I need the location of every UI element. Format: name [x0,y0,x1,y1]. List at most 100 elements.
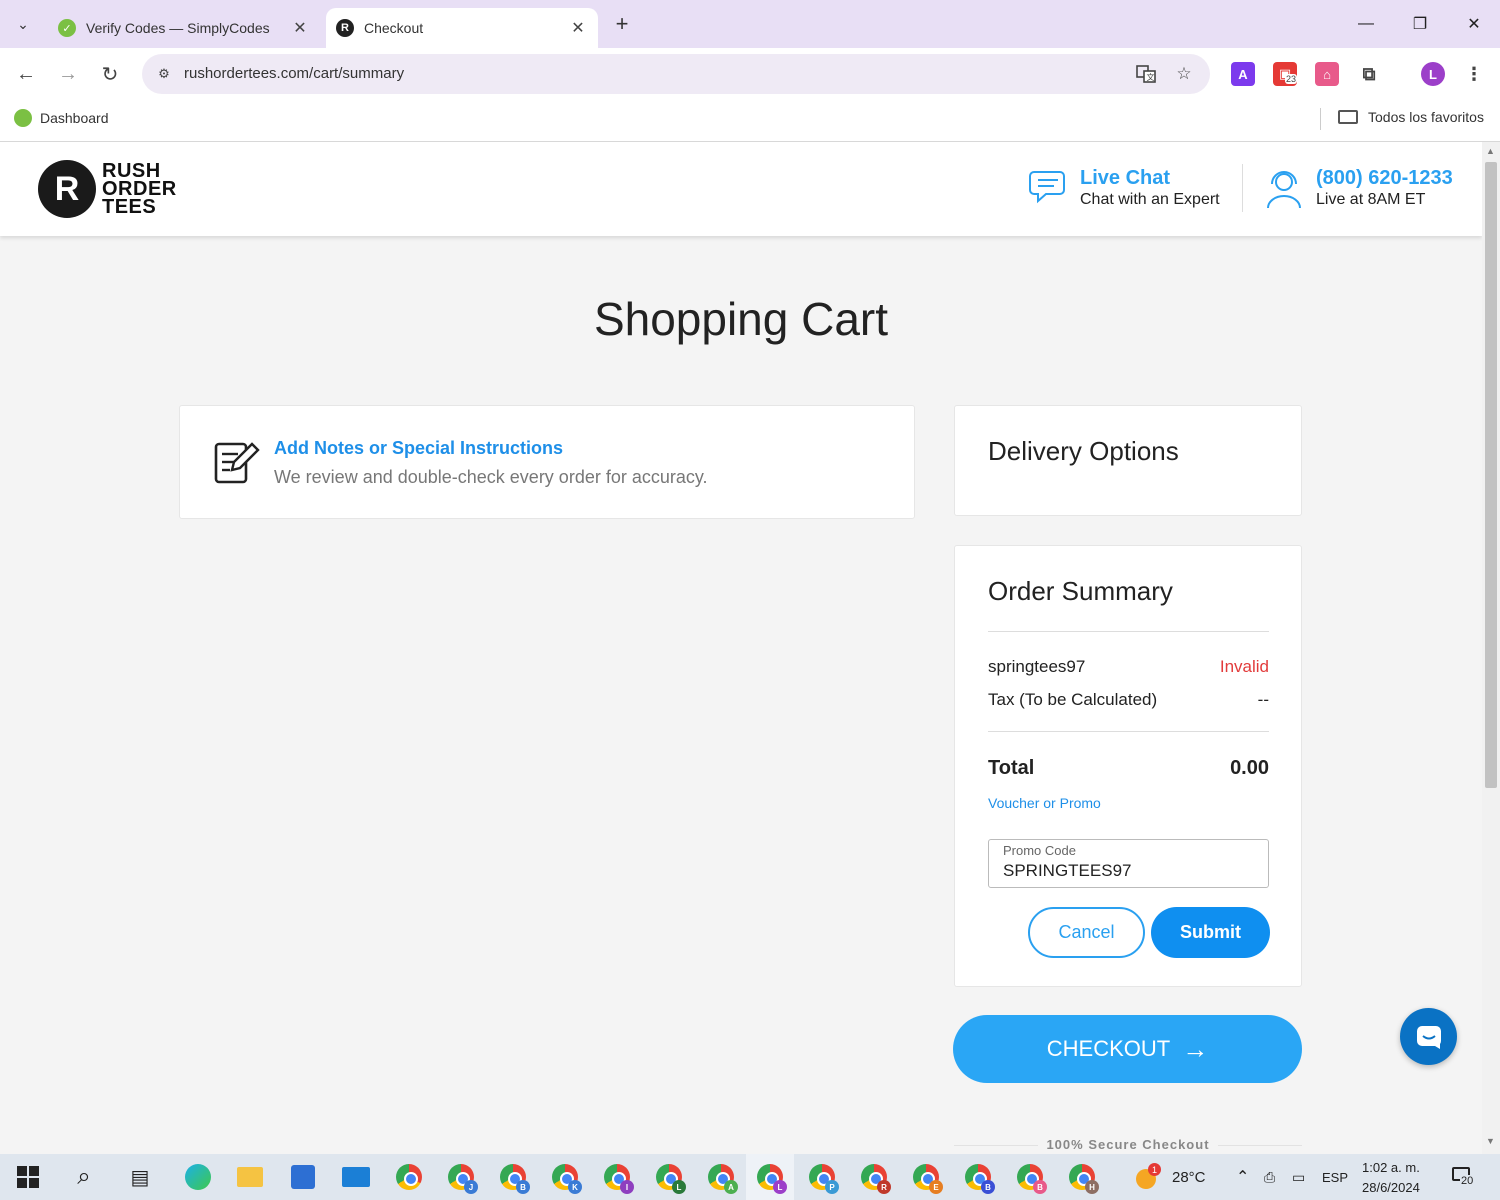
chrome-profile-icon[interactable]: H [1066,1161,1099,1194]
extensions-puzzle-icon[interactable]: ⧉ [1357,62,1381,86]
tab-title: Verify Codes — SimplyCodes [86,20,270,36]
tray-device-icon[interactable]: ⎙ [1264,1154,1275,1200]
back-arrow-icon[interactable]: ← [12,60,40,88]
profile-avatar[interactable]: L [1421,62,1445,86]
total-label: Total [988,757,1035,779]
tab-simplycodes[interactable]: ✓ Verify Codes — SimplyCodes ✕ [48,8,320,48]
promo-code-input[interactable] [1003,861,1253,881]
chrome-profile-icon[interactable]: B [497,1161,530,1194]
svg-text:文: 文 [1147,72,1155,82]
chat-bubbles-icon [1029,171,1065,204]
search-icon[interactable]: ⌕ [68,1161,100,1193]
simplycodes-favicon-icon: ✓ [58,19,76,37]
site-info-icon[interactable]: ⚙ [152,62,176,86]
applied-promo-code: springtees97 [988,657,1086,676]
order-summary-card: Order Summary springtees97 Invalid Tax (… [954,545,1302,987]
promo-code-label: Promo Code [1003,843,1076,858]
weather-sun-icon: 1 [1134,1163,1161,1189]
simplycodes-favicon-icon [14,109,32,127]
weather-badge: 1 [1148,1163,1161,1176]
notifications-button[interactable]: 20 [1450,1154,1476,1200]
order-summary-heading: Order Summary [988,576,1173,606]
chrome-profile-icon[interactable]: A [705,1161,738,1194]
chrome-profile-icon[interactable]: R [858,1161,891,1194]
edge-browser-icon[interactable] [182,1161,214,1193]
profile-badge: A [724,1180,738,1194]
tab-search-dropdown-icon[interactable]: ⌄ [8,10,38,38]
address-bar[interactable]: ⚙ rushordertees.com/cart/summary 文 ☆ [142,54,1210,94]
notes-card[interactable]: Add Notes or Special Instructions We rev… [179,405,915,519]
chat-widget-button[interactable] [1400,1008,1457,1065]
checkout-button[interactable]: CHECKOUT → [953,1015,1302,1083]
mail-icon[interactable] [340,1161,372,1193]
profile-badge: L [672,1180,686,1194]
browser-menu-icon[interactable]: ⋮ [1462,62,1486,86]
chrome-profile-icon[interactable]: J [445,1161,478,1194]
profile-badge: L [773,1180,787,1194]
chrome-profile-icon[interactable]: E [910,1161,943,1194]
total-value: 0.00 [1230,757,1269,779]
chrome-profile-icon[interactable]: B [1014,1161,1047,1194]
phone-link[interactable]: (800) 620-1233 Live at 8AM ET [1264,166,1453,210]
scroll-down-arrow-icon[interactable]: ▼ [1486,1136,1495,1146]
summary-divider [988,731,1269,732]
chrome-profile-icon[interactable]: P [806,1161,839,1194]
new-tab-plus-icon[interactable]: + [608,11,636,36]
extension-a-icon[interactable]: A [1231,62,1255,86]
profile-badge: B [981,1180,995,1194]
file-explorer-icon[interactable] [234,1161,266,1193]
windows-taskbar: ⌕ ▤ J B K I L A L P R E B B H 1 28°C ⌃ ⎙… [0,1154,1500,1200]
translate-icon[interactable]: 文 [1134,62,1158,86]
chrome-profile-icon[interactable]: I [601,1161,634,1194]
page-scrollbar[interactable]: ▲ ▼ [1482,142,1500,1154]
profile-badge: P [825,1180,839,1194]
tab-checkout[interactable]: R Checkout ✕ [326,8,598,48]
microsoft-store-icon[interactable] [287,1161,319,1193]
close-tab-icon[interactable]: ✕ [290,18,310,38]
scroll-up-arrow-icon[interactable]: ▲ [1486,146,1495,156]
add-notes-link[interactable]: Add Notes or Special Instructions [274,438,563,459]
forward-arrow-icon[interactable]: → [54,60,82,88]
bookmark-star-icon[interactable]: ☆ [1172,62,1196,86]
system-clock[interactable]: 1:02 a. m. 28/6/2024 [1362,1158,1420,1198]
chrome-icon[interactable] [393,1161,425,1193]
rush-order-tees-favicon-icon: R [336,19,354,37]
header-divider [1242,164,1243,212]
chrome-profile-icon[interactable]: L [653,1161,686,1194]
submit-button[interactable]: Submit [1151,907,1270,958]
tray-overflow-chevron-icon[interactable]: ⌃ [1236,1154,1249,1200]
rush-order-tees-logo[interactable]: R RUSH ORDER TEES [38,160,177,218]
weather-widget[interactable]: 1 28°C [1134,1154,1206,1200]
live-chat-link[interactable]: Live Chat Chat with an Expert [1028,166,1220,210]
profile-badge: B [1033,1180,1047,1194]
all-favorites-folder[interactable]: Todos los favoritos [1338,109,1484,125]
scrollbar-thumb[interactable] [1485,162,1497,788]
folder-label: Todos los favoritos [1368,109,1484,125]
network-icon[interactable]: ▭ [1292,1154,1305,1200]
bookmark-separator [1320,108,1321,130]
url-text[interactable]: rushordertees.com/cart/summary [184,65,404,82]
edit-notes-icon [214,442,260,484]
bookmark-dashboard[interactable]: Dashboard [14,109,109,127]
close-tab-icon[interactable]: ✕ [568,18,588,38]
close-window-icon[interactable]: ✕ [1454,10,1494,38]
restore-window-icon[interactable]: ❐ [1400,10,1440,38]
windows-start-icon[interactable] [12,1161,44,1193]
language-indicator[interactable]: ESP [1322,1154,1348,1200]
secure-checkout-label: 100% Secure Checkout [954,1137,1302,1152]
reload-icon[interactable]: ↻ [96,60,124,88]
live-chat-title: Live Chat [1080,167,1171,189]
chrome-profile-icon[interactable]: B [962,1161,995,1194]
promo-code-field[interactable]: Promo Code [988,839,1269,888]
profile-badge: I [620,1180,634,1194]
extension-calendar-icon[interactable]: ▣ 23 [1273,62,1298,86]
delivery-heading: Delivery Options [988,436,1179,466]
voucher-promo-link[interactable]: Voucher or Promo [988,795,1101,811]
cancel-button[interactable]: Cancel [1028,907,1145,958]
chrome-profile-icon[interactable]: L [754,1161,787,1194]
chrome-profile-icon[interactable]: K [549,1161,582,1194]
extension-toolbox-icon[interactable]: ⌂ [1315,62,1339,86]
task-view-icon[interactable]: ▤ [124,1161,156,1193]
minimize-window-icon[interactable]: — [1346,10,1386,38]
folder-icon [1338,110,1358,124]
